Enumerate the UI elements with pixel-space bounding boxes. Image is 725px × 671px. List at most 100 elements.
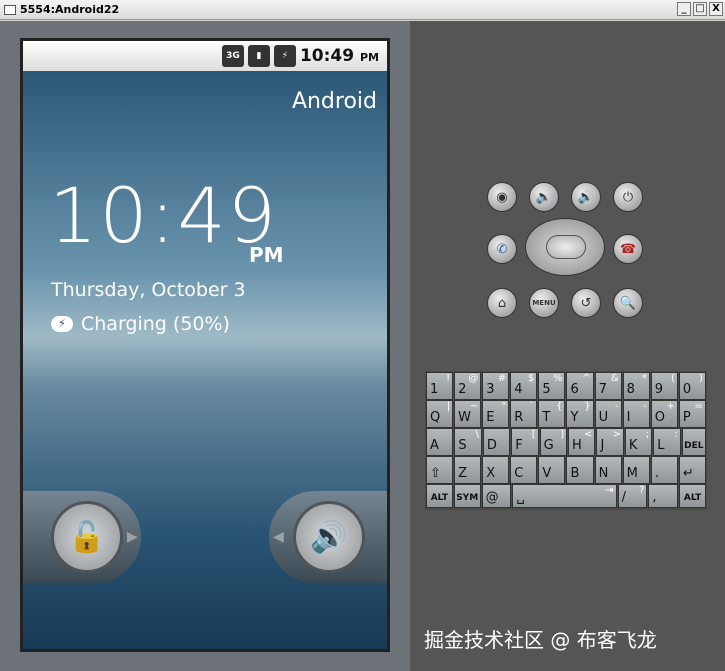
- key-label: ALT: [683, 493, 702, 503]
- key-label: I: [626, 410, 631, 425]
- unlock-slider[interactable]: 🔓 ▶: [23, 491, 141, 583]
- key-alt-label: &: [610, 373, 619, 384]
- call-button[interactable]: ✆: [487, 234, 517, 264]
- key-q[interactable]: Q |: [426, 400, 454, 428]
- keyboard-row: Q | W ~ E " R ` T{Y} U - I - O + P =: [426, 400, 706, 428]
- key-alt-label: \: [475, 429, 479, 440]
- key-4[interactable]: 4 $: [510, 372, 538, 400]
- unlock-icon[interactable]: 🔓: [51, 501, 123, 573]
- key-d[interactable]: D: [482, 428, 511, 456]
- key-sym4-5[interactable]: ,: [648, 484, 679, 508]
- volume-up-button[interactable]: 🔊: [571, 182, 601, 212]
- key-j[interactable]: J >: [596, 428, 624, 456]
- key-g[interactable]: G]: [539, 428, 568, 456]
- key-alt[interactable]: ALT: [426, 484, 453, 508]
- key-alt[interactable]: ALT: [679, 484, 706, 508]
- key-alt-label: ;: [645, 429, 650, 440]
- key-sym3-0[interactable]: ⇧: [426, 456, 454, 484]
- minimize-button[interactable]: _: [677, 2, 691, 16]
- key-c[interactable]: C: [510, 456, 538, 484]
- key-k[interactable]: K;: [624, 428, 653, 456]
- key-sym[interactable]: SYM: [453, 484, 481, 508]
- key-i[interactable]: I-: [622, 400, 650, 428]
- key-p[interactable]: P =: [678, 400, 706, 428]
- key-u[interactable]: U-: [594, 400, 622, 428]
- key-f[interactable]: F[: [511, 428, 539, 456]
- home-button[interactable]: ⌂: [487, 288, 517, 318]
- hardware-keyboard: 1! 2 @3 #4 $5% 6 ^ 7 & 8 * 9(0) Q | W ~ E " R ` T{Y} U - I - O + P =…: [425, 371, 707, 510]
- key-alt-label: |: [446, 401, 451, 412]
- key-label: ↵: [682, 466, 694, 481]
- key-b[interactable]: B: [566, 456, 594, 484]
- key-2[interactable]: 2 @: [454, 372, 482, 400]
- key-alt-label: %: [552, 373, 563, 384]
- key-sym4-3[interactable]: ␣ ⇥: [512, 484, 617, 508]
- key-sym4-4[interactable]: /?: [617, 484, 648, 508]
- key-label: G: [543, 438, 554, 453]
- key-label: V: [542, 466, 552, 481]
- key-sym3-8[interactable]: .: [650, 456, 678, 484]
- sound-slider[interactable]: ◀ 🔊: [269, 491, 387, 583]
- status-time: 10:49 PM: [299, 46, 379, 66]
- key-s[interactable]: S \: [454, 428, 482, 456]
- key-label: A: [430, 438, 439, 453]
- volume-down-button[interactable]: 🔈: [529, 182, 559, 212]
- key-label: Z: [458, 466, 467, 481]
- key-alt-label: -: [615, 401, 619, 412]
- key-alt-label: *: [641, 373, 647, 384]
- key-label: M: [626, 466, 638, 481]
- key-6[interactable]: 6 ^: [566, 372, 594, 400]
- key-9[interactable]: 9(: [650, 372, 678, 400]
- close-button[interactable]: X: [709, 2, 723, 16]
- key-a[interactable]: A: [426, 428, 454, 456]
- key-sym4-2[interactable]: @: [481, 484, 512, 508]
- key-alt-label: =: [694, 401, 703, 412]
- key-del[interactable]: DEL: [681, 428, 707, 456]
- key-w[interactable]: W ~: [454, 400, 482, 428]
- key-label: ,: [652, 490, 657, 505]
- maximize-button[interactable]: □: [693, 2, 707, 16]
- key-m[interactable]: M: [622, 456, 650, 484]
- key-1[interactable]: 1!: [426, 372, 454, 400]
- key-y[interactable]: Y}: [566, 400, 594, 428]
- key-label: 5: [542, 382, 551, 397]
- key-v[interactable]: V: [538, 456, 566, 484]
- key-alt-label: :: [674, 429, 678, 440]
- key-r[interactable]: R `: [510, 400, 538, 428]
- key-n[interactable]: N: [594, 456, 622, 484]
- key-h[interactable]: H <: [568, 428, 596, 456]
- sound-icon[interactable]: 🔊: [293, 501, 365, 573]
- key-label: J: [600, 438, 605, 453]
- emulator-screen[interactable]: 3G ▮ ⚡ 10:49 PM Android 10:49 PM Thursda…: [20, 38, 390, 652]
- key-8[interactable]: 8 *: [622, 372, 650, 400]
- key-label: 6: [570, 382, 579, 397]
- key-o[interactable]: O +: [650, 400, 678, 428]
- key-x[interactable]: X: [482, 456, 510, 484]
- search-button[interactable]: 🔍: [613, 288, 643, 318]
- key-0[interactable]: 0): [678, 372, 706, 400]
- key-label: L: [657, 438, 665, 453]
- key-alt-label: !: [446, 373, 451, 384]
- key-l[interactable]: L:: [653, 428, 681, 456]
- power-button[interactable]: ⏻: [613, 182, 643, 212]
- menu-button[interactable]: MENU: [529, 288, 559, 318]
- key-3[interactable]: 3 #: [482, 372, 510, 400]
- key-z[interactable]: Z: [454, 456, 482, 484]
- key-7[interactable]: 7 &: [594, 372, 622, 400]
- key-alt-label: ~: [469, 401, 479, 412]
- dpad[interactable]: [525, 218, 605, 276]
- key-alt-label: `: [529, 401, 535, 412]
- key-5[interactable]: 5%: [538, 372, 566, 400]
- key-e[interactable]: E ": [482, 400, 510, 428]
- camera-button[interactable]: ◉: [487, 182, 517, 212]
- dpad-center-button[interactable]: [546, 235, 586, 259]
- back-button[interactable]: ↺: [571, 288, 601, 318]
- key-label: ⇧: [430, 466, 441, 481]
- key-label: Y: [570, 410, 579, 425]
- key-t[interactable]: T{: [538, 400, 566, 428]
- key-sym3-9[interactable]: ↵: [678, 456, 706, 484]
- end-call-button[interactable]: ☎: [613, 234, 643, 264]
- key-alt-label: [: [531, 429, 536, 440]
- lock-date: Thursday, October 3: [51, 279, 246, 301]
- lock-ampm: PM: [249, 243, 284, 267]
